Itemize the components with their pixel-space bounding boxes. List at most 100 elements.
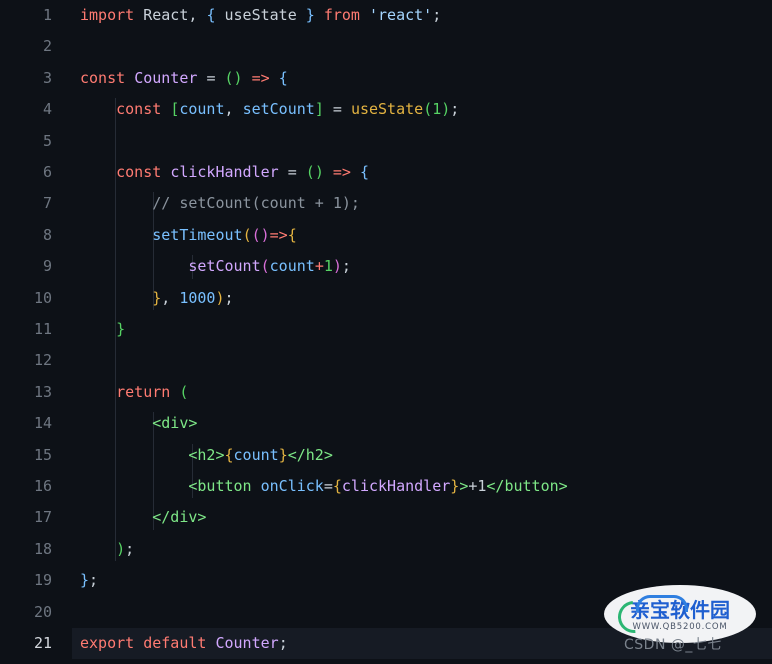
code-line[interactable]: 16 <button onClick={clickHandler}>+1</bu… bbox=[0, 471, 772, 502]
line-number: 4 bbox=[42, 100, 52, 119]
code-token: ( bbox=[260, 257, 270, 276]
code-text: const clickHandler = () => { bbox=[80, 157, 369, 188]
code-line[interactable]: 4 const [count, setCount] = useState(1); bbox=[0, 94, 772, 125]
code-line[interactable]: 6 const clickHandler = () => { bbox=[0, 157, 772, 188]
code-line[interactable]: 12 bbox=[0, 345, 772, 376]
code-text: } bbox=[80, 314, 125, 345]
code-line[interactable]: 18 ); bbox=[0, 534, 772, 565]
code-line[interactable]: 7 // setCount(count + 1); bbox=[0, 188, 772, 219]
code-line[interactable]: 2 bbox=[0, 31, 772, 62]
code-token: Counter bbox=[215, 634, 279, 652]
code-line[interactable]: 14 <div> bbox=[0, 408, 772, 439]
code-line[interactable]: 1 import React, { useState } from 'react'… bbox=[0, 0, 772, 31]
line-number: 10 bbox=[33, 288, 52, 307]
code-text: setCount(count+1); bbox=[80, 251, 351, 282]
code-line[interactable]: 15 <h2>{count}</h2> bbox=[0, 440, 772, 471]
code-token: = bbox=[287, 163, 297, 181]
code-token: </div> bbox=[152, 508, 207, 527]
code-token: ; bbox=[450, 100, 460, 119]
line-number: 21 bbox=[33, 634, 52, 652]
code-token: useState bbox=[350, 100, 424, 119]
code-token: </h2> bbox=[287, 445, 333, 464]
code-line[interactable]: 11 } bbox=[0, 314, 772, 345]
code-token: ( bbox=[242, 225, 252, 244]
watermark-cloud-icon bbox=[636, 595, 688, 612]
code-token: 1 bbox=[432, 100, 442, 119]
line-number: 17 bbox=[33, 508, 52, 527]
code-token: ( bbox=[251, 225, 261, 244]
code-text: }; bbox=[80, 565, 98, 596]
code-token: setCount bbox=[188, 257, 261, 276]
code-text: <button onClick={clickHandler}>+1</butto… bbox=[80, 471, 567, 502]
code-token: ) bbox=[215, 288, 225, 307]
code-token: ; bbox=[341, 257, 351, 276]
code-token: ) bbox=[233, 68, 243, 87]
code-token: +1 bbox=[468, 477, 487, 495]
code-token: ] bbox=[314, 100, 324, 119]
code-token: 'react' bbox=[369, 6, 433, 24]
code-line[interactable]: 5 bbox=[0, 126, 772, 157]
code-text: return ( bbox=[80, 377, 188, 408]
code-token: count bbox=[233, 445, 279, 464]
code-token: <button bbox=[188, 477, 252, 495]
code-line[interactable]: 17 </div> bbox=[0, 502, 772, 533]
code-token: => bbox=[251, 68, 270, 87]
code-editor[interactable]: 1 import React, { useState } from 'react'… bbox=[0, 0, 772, 664]
code-token: ) bbox=[260, 225, 270, 244]
code-token: { bbox=[224, 445, 234, 464]
code-token: <div> bbox=[152, 414, 198, 433]
code-token: , bbox=[188, 6, 207, 24]
code-line[interactable]: 8 setTimeout(()=>{ bbox=[0, 220, 772, 251]
code-token: { bbox=[332, 477, 342, 495]
code-line[interactable]: 3 const Counter = () => { bbox=[0, 63, 772, 94]
code-token: ) bbox=[332, 257, 342, 276]
code-token: ; bbox=[432, 6, 442, 24]
code-token: { bbox=[287, 225, 297, 244]
code-token: , bbox=[224, 100, 243, 119]
csdn-credit-text: CSDN @_七七 bbox=[624, 637, 722, 653]
line-number: 2 bbox=[42, 37, 52, 56]
code-text: ); bbox=[80, 534, 134, 565]
line-number: 14 bbox=[33, 414, 52, 433]
code-token: 1000 bbox=[179, 288, 216, 307]
code-token: , bbox=[161, 288, 180, 307]
line-number: 20 bbox=[33, 602, 52, 621]
line-number: 5 bbox=[42, 131, 52, 150]
line-number: 11 bbox=[33, 320, 52, 338]
code-line[interactable]: 13 return ( bbox=[0, 377, 772, 408]
code-token: export bbox=[80, 634, 135, 652]
code-token: const bbox=[116, 163, 162, 181]
code-token: clickHandler bbox=[170, 163, 279, 181]
code-lines-container[interactable]: 1 import React, { useState } from 'react'… bbox=[0, 0, 772, 664]
code-token: = bbox=[332, 100, 342, 119]
code-line[interactable]: 9 setCount(count+1); bbox=[0, 251, 772, 282]
code-text: }, 1000); bbox=[80, 283, 233, 314]
code-token: ) bbox=[441, 100, 451, 119]
code-line[interactable]: 10 }, 1000); bbox=[0, 283, 772, 314]
line-number: 19 bbox=[33, 571, 52, 590]
code-token: ) bbox=[314, 163, 324, 181]
code-token: => bbox=[269, 225, 288, 244]
code-token: setTimeout bbox=[152, 225, 243, 244]
code-text: setTimeout(()=>{ bbox=[80, 220, 297, 251]
code-text: <div> bbox=[80, 408, 197, 439]
code-token: <h2> bbox=[188, 445, 225, 464]
code-token: ( bbox=[423, 100, 433, 119]
